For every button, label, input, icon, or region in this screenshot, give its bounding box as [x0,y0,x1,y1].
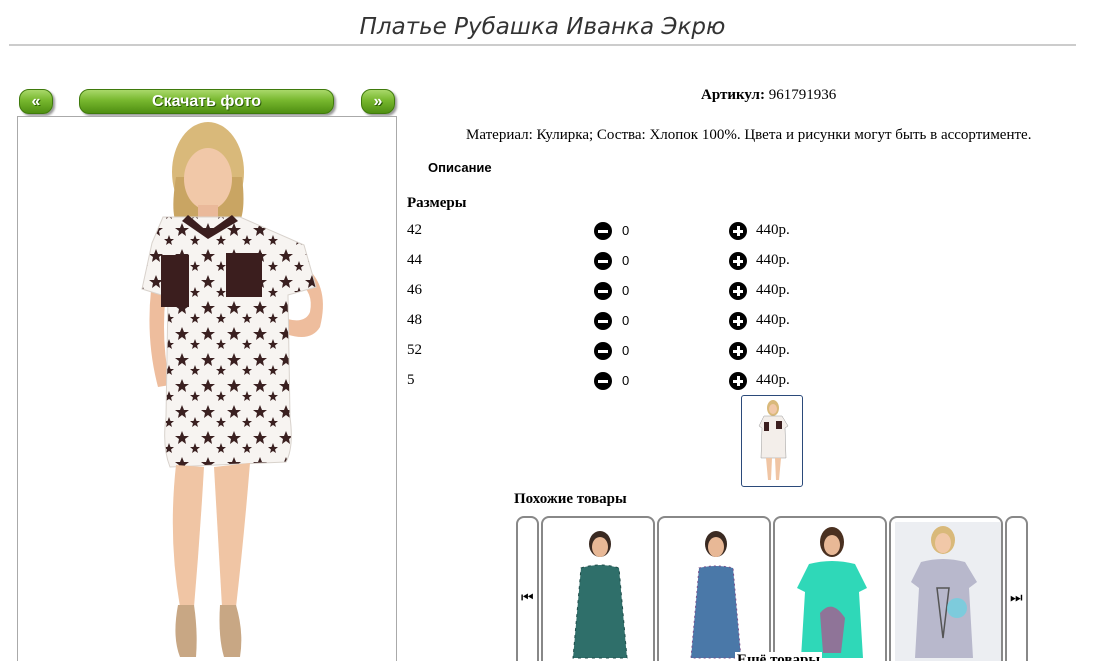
size-label: 44 [407,252,422,268]
photo-thumbnail[interactable] [741,395,803,487]
size-row: 46 0 440р. [407,282,807,302]
size-label: 42 [407,222,422,238]
carousel-prev-button[interactable]: ⏮ [516,516,539,661]
quantity-value: 0 [622,253,630,268]
plus-circle-icon[interactable] [729,282,747,300]
sizes-heading: Размеры [407,195,467,211]
similar-product-card[interactable] [773,516,887,661]
minus-circle-icon[interactable] [594,342,612,360]
size-price: 440р. [756,372,790,388]
title-divider [9,44,1076,46]
size-price: 440р. [756,282,790,298]
similar-products-heading: Похожие товары [514,491,627,507]
carousel-next-button[interactable]: ⏭ [1005,516,1028,661]
plus-circle-icon[interactable] [729,252,747,270]
size-price: 440р. [756,222,790,238]
similar-product-image [572,531,628,659]
description-tab[interactable]: Описание [428,160,492,175]
more-products-link[interactable]: Ещё товары [735,652,823,661]
size-row: 44 0 440р. [407,252,807,272]
product-description: Материал: Кулирка; Соства: Хлопок 100%. … [466,127,1032,143]
minus-circle-icon[interactable] [594,372,612,390]
article-number: Артикул: 961791936 [701,87,836,104]
size-label: 46 [407,282,422,298]
quantity-value: 0 [622,223,630,238]
size-price: 440р. [756,312,790,328]
minus-circle-icon[interactable] [594,222,612,240]
similar-product-card[interactable] [889,516,1003,661]
similar-product-card[interactable] [657,516,771,661]
minus-circle-icon[interactable] [594,252,612,270]
quantity-value: 0 [622,313,630,328]
size-row: 42 0 440р. [407,222,807,242]
plus-circle-icon[interactable] [729,312,747,330]
plus-circle-icon[interactable] [729,342,747,360]
plus-circle-icon[interactable] [729,222,747,240]
model-in-star-dress-image [141,122,323,657]
size-row: 52 0 440р. [407,342,807,362]
similar-product-image [797,527,867,658]
quantity-value: 0 [622,373,630,388]
next-photo-button[interactable]: » [361,89,395,114]
similar-product-image [895,522,1001,661]
size-row: 48 0 440р. [407,312,807,332]
page-title: Платье Рубашка Иванка Экрю [359,14,726,40]
main-product-photo[interactable] [17,116,397,661]
size-label: 48 [407,312,422,328]
prev-photo-button[interactable]: « [19,89,53,114]
similar-product-card[interactable] [541,516,655,661]
skip-previous-icon: ⏮ [521,590,534,606]
quantity-value: 0 [622,283,630,298]
plus-circle-icon[interactable] [729,372,747,390]
size-label: 52 [407,342,422,358]
article-label: Артикул: [701,87,765,103]
quantity-value: 0 [622,343,630,358]
similar-product-image [690,531,742,659]
minus-circle-icon[interactable] [594,312,612,330]
size-price: 440р. [756,342,790,358]
size-row: 5 0 440р. [407,372,807,392]
size-label: 5 [407,372,415,388]
article-value: 961791936 [768,87,837,103]
thumbnail-image [758,400,789,480]
skip-next-icon: ⏭ [1010,590,1023,606]
download-photo-button[interactable]: Скачать фото [79,89,334,114]
minus-circle-icon[interactable] [594,282,612,300]
size-price: 440р. [756,252,790,268]
